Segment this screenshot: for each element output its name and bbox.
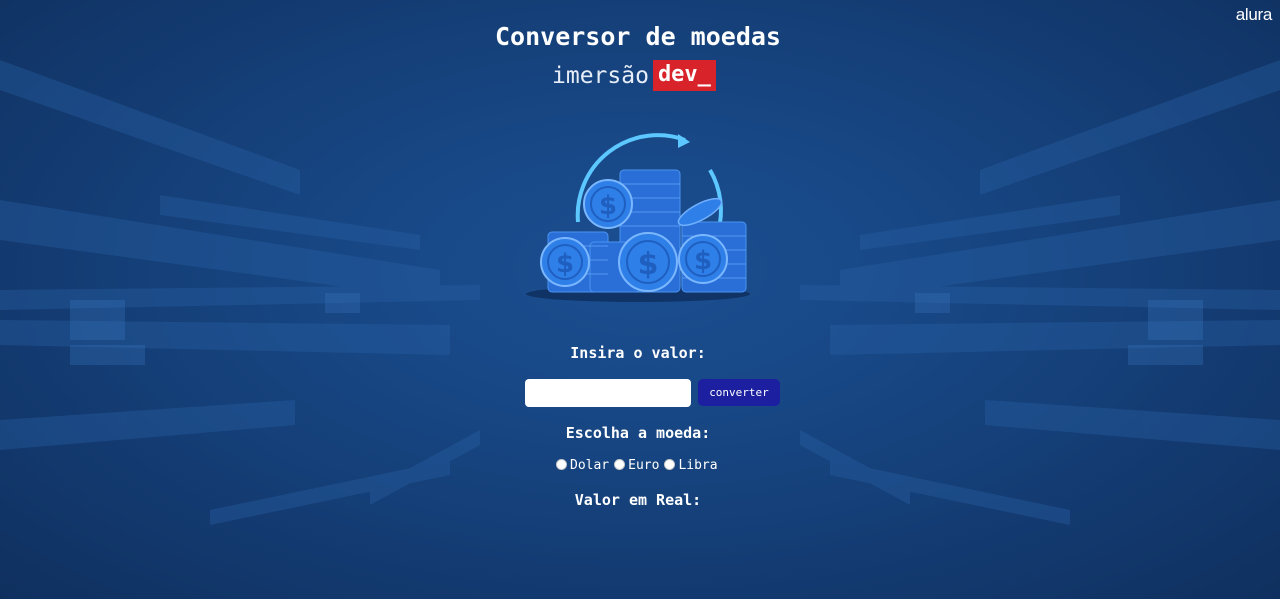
radio-euro[interactable]	[614, 458, 626, 470]
page-title: Conversor de moedas	[495, 22, 781, 51]
currency-label: Escolha a moeda:	[565, 424, 711, 442]
currency-option-libra[interactable]: Libra	[664, 458, 718, 473]
currency-option-euro[interactable]: Euro	[614, 458, 659, 473]
currency-option-label: Libra	[678, 458, 718, 473]
currency-option-label: Dolar	[570, 458, 610, 473]
coins-stack-icon: $ $ $ $	[526, 133, 750, 302]
imersao-dev-logo: imersão dev_	[552, 59, 716, 92]
brand-text: imersão	[552, 62, 649, 89]
convert-button[interactable]: converter	[698, 379, 780, 406]
currency-option-label: Euro	[628, 458, 660, 473]
svg-text:$: $	[638, 247, 659, 282]
result-label: Valor em Real:	[574, 491, 702, 509]
radio-dolar[interactable]	[556, 458, 567, 470]
svg-text:$: $	[556, 249, 574, 279]
svg-text:$: $	[599, 191, 617, 221]
value-input[interactable]	[525, 379, 691, 407]
currency-options: Dolar Euro Libra	[556, 458, 723, 473]
svg-text:$: $	[694, 246, 712, 276]
radio-libra[interactable]	[664, 458, 676, 470]
currency-option-dolar[interactable]: Dolar	[556, 458, 609, 473]
value-label: Insira o valor:	[570, 344, 706, 362]
brand-tag: dev_	[652, 60, 716, 91]
